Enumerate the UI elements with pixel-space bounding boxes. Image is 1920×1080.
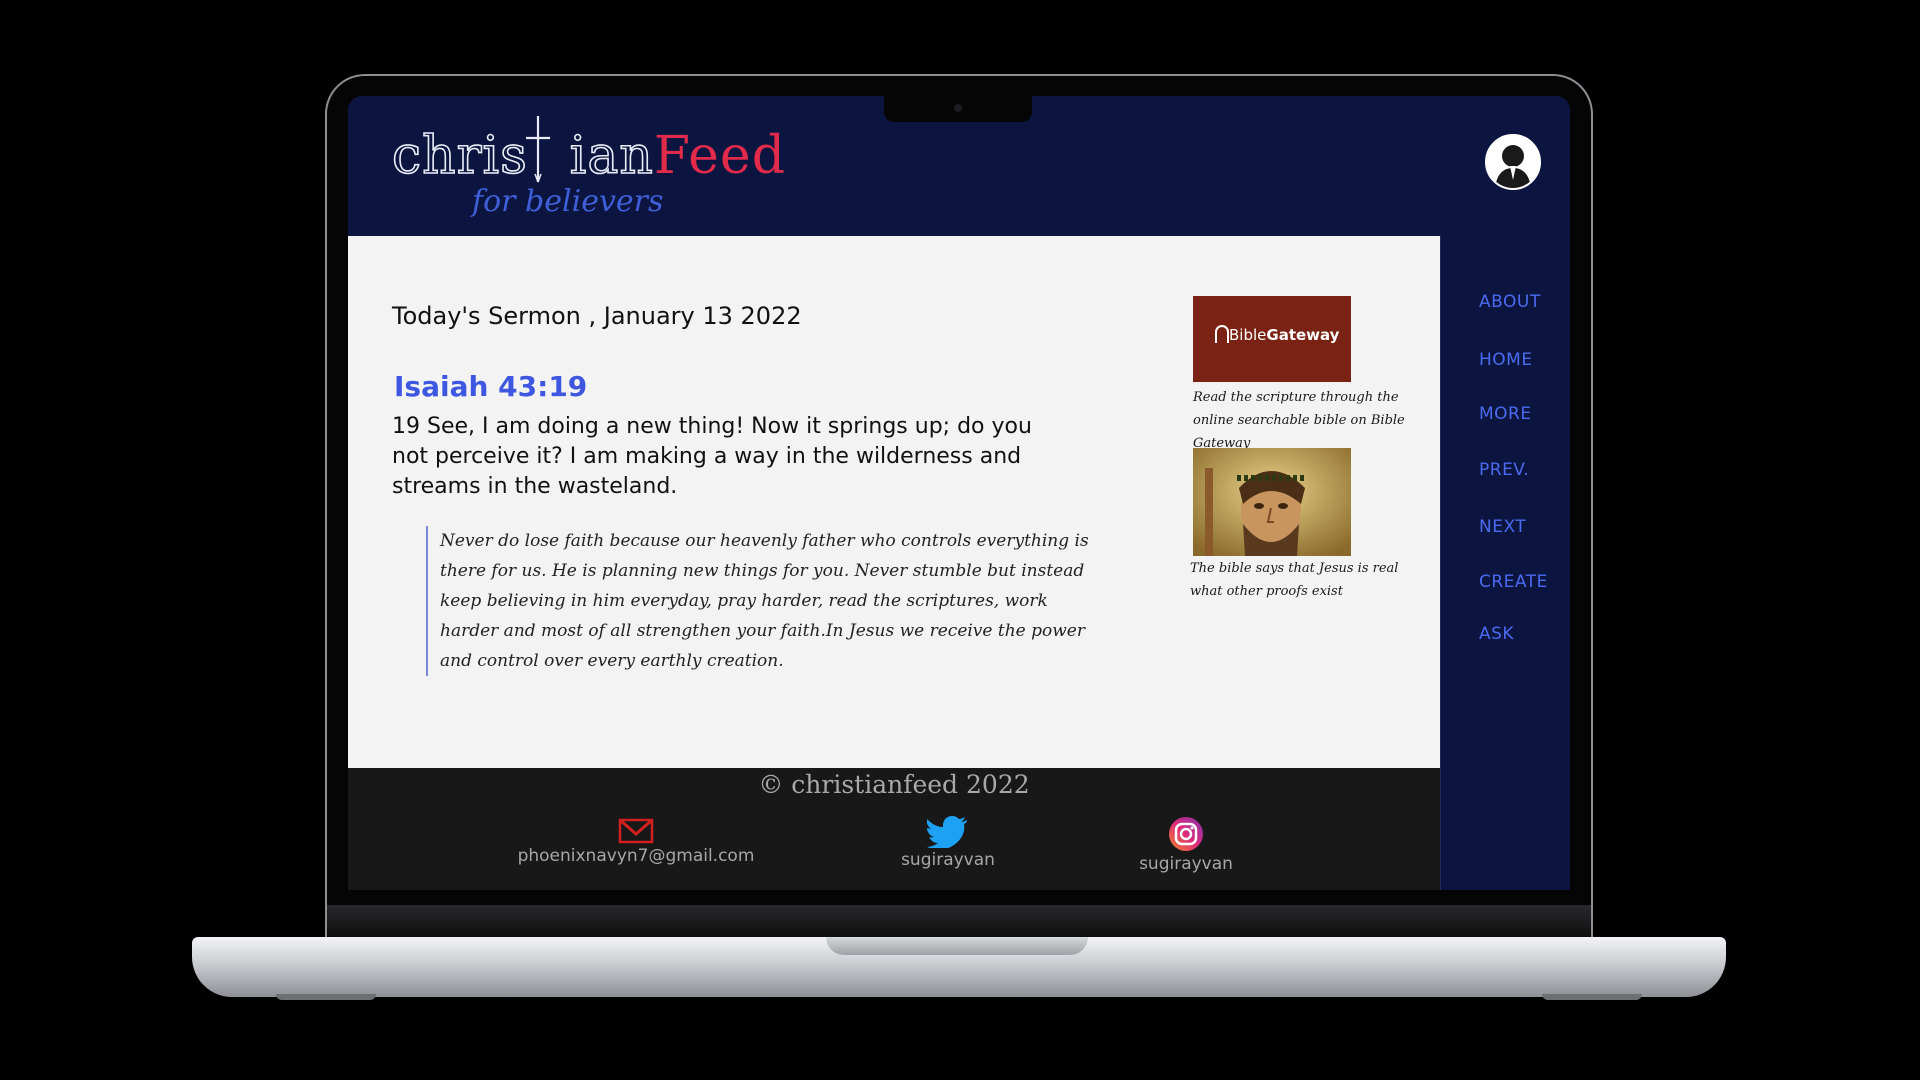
- sermon-reflection-quote: Never do lose faith because our heavenly…: [426, 526, 1090, 676]
- twitter-label: sugirayvan: [901, 850, 995, 870]
- jesus-image-caption: The bible says that Jesus is real what o…: [1190, 561, 1399, 599]
- jesus-portrait-image: [1193, 448, 1351, 556]
- camera-notch: [884, 96, 1032, 122]
- instagram-label: sugirayvan: [1139, 854, 1233, 874]
- twitter-contact[interactable]: sugirayvan: [878, 816, 1018, 870]
- nav-item-ask[interactable]: ASK: [1479, 624, 1514, 644]
- logo-tagline: for believers: [472, 184, 664, 219]
- nav-item-home[interactable]: HOME: [1479, 350, 1533, 370]
- user-avatar-icon: [1495, 145, 1531, 188]
- instagram-icon: [1169, 817, 1203, 851]
- nav-item-create[interactable]: CREATE: [1479, 572, 1548, 592]
- right-nav: ABOUT HOME MORE PREV. NEXT CREATE ASK: [1440, 236, 1570, 890]
- sermon-title: Today's Sermon , January 13 2022: [392, 302, 802, 330]
- camera-icon: [954, 104, 962, 112]
- nav-item-more[interactable]: MORE: [1479, 404, 1532, 424]
- user-avatar[interactable]: [1485, 134, 1541, 190]
- twitter-icon: [927, 816, 967, 848]
- logo-text-feed: Feed: [653, 126, 786, 186]
- site-logo[interactable]: chris ianFeed for believers: [391, 114, 785, 224]
- laptop-opening-notch: [826, 937, 1088, 955]
- email-label: phoenixnavyn7@gmail.com: [517, 846, 755, 866]
- laptop-hinge: [327, 905, 1591, 937]
- bible-gateway-banner[interactable]: BibleGateway: [1193, 296, 1351, 382]
- verse-text: 19 See, I am doing a new thing! Now it s…: [392, 414, 1032, 499]
- email-contact[interactable]: phoenixnavyn7@gmail.com: [486, 818, 786, 866]
- cross-icon: [526, 116, 550, 183]
- nav-item-prev[interactable]: PREV.: [1479, 460, 1529, 480]
- laptop-foot-left: [276, 994, 376, 1000]
- main-content: Today's Sermon , January 13 2022 Isaiah …: [348, 236, 1440, 768]
- nav-item-about[interactable]: ABOUT: [1479, 292, 1541, 312]
- logo-text-ian: ian: [569, 126, 654, 186]
- bible-gateway-label-1: Bible: [1229, 326, 1267, 344]
- bible-gateway-label: BibleGateway: [1229, 326, 1339, 344]
- screen: chris ianFeed for believers Today's Sermo…: [348, 96, 1570, 890]
- gmail-icon: [618, 818, 654, 844]
- laptop-foot-right: [1542, 994, 1642, 1000]
- copyright-text: © christianfeed 2022: [758, 770, 1030, 799]
- verse-reference[interactable]: Isaiah 43:19: [394, 370, 587, 403]
- bible-gateway-caption: Read the scripture through the online se…: [1193, 390, 1405, 451]
- logo-wordmark: chris ianFeed: [391, 126, 786, 186]
- jesus-image[interactable]: [1193, 448, 1351, 556]
- logo-text-christ: chris: [391, 126, 528, 186]
- instagram-contact[interactable]: sugirayvan: [1116, 814, 1256, 874]
- site-footer: © christianfeed 2022 phoenixnavyn7@gmail…: [348, 768, 1440, 890]
- bible-gateway-logo: [1215, 325, 1229, 343]
- bible-gateway-label-2: Gateway: [1266, 326, 1340, 344]
- nav-item-next[interactable]: NEXT: [1479, 517, 1526, 537]
